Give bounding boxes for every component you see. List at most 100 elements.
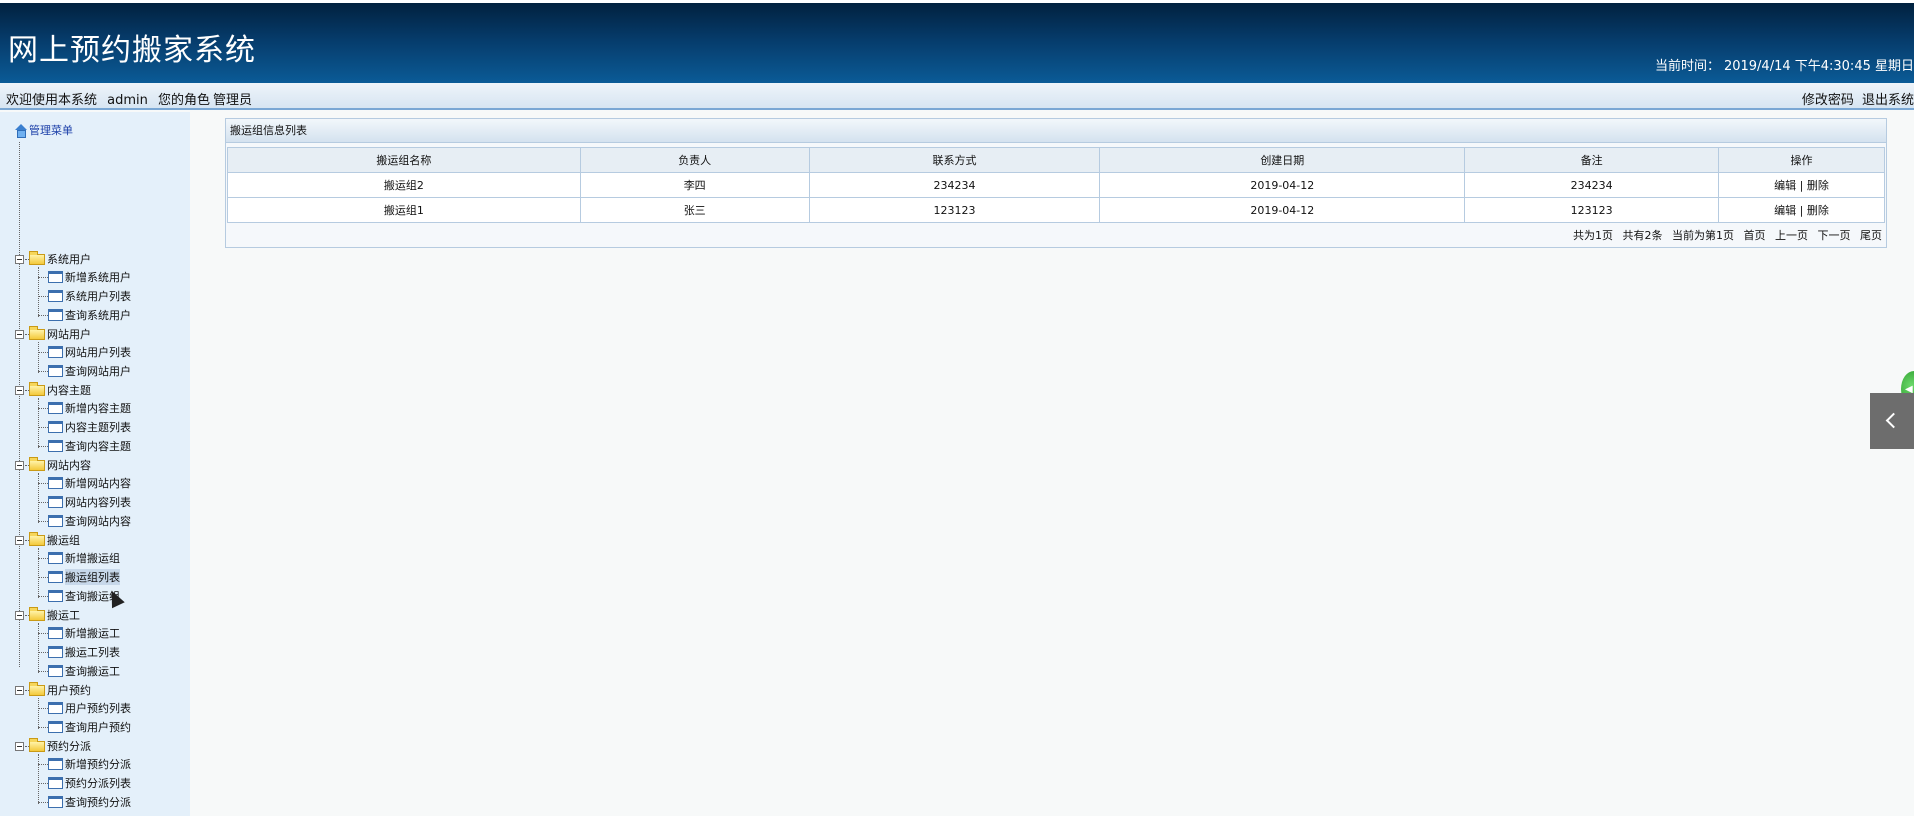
pagination: 共为1页 共有2条 当前为第1页 首页 上一页 下一页 尾页 [1567,227,1882,243]
pager-next[interactable]: 下一页 [1818,229,1851,242]
column-header: 负责人 [579,147,810,173]
tree-item-label: 查询网站用户 [65,365,131,378]
page-icon [48,477,63,489]
collapse-icon[interactable] [15,460,24,470]
tree-item-label: 新增预约分派 [65,758,131,771]
change-password-link[interactable]: 修改密码 [1802,93,1854,108]
table-row: 搬运组1 张三 123123 2019-04-12 123123 编辑 | 删除 [227,197,1885,223]
tree-line [19,142,20,667]
tree-item[interactable]: 搬运工列表 [38,644,120,660]
page-icon [48,440,63,452]
column-header: 搬运组名称 [227,147,581,173]
tree-item-label: 新增搬运组 [65,552,120,565]
tree-item[interactable]: 网站内容列表 [38,494,131,510]
page-icon [48,665,63,677]
cell-leader: 张三 [579,197,810,223]
logout-link[interactable]: 退出系统 [1862,93,1914,108]
cell-remark: 123123 [1464,197,1720,223]
tree-item[interactable]: 网站用户列表 [38,344,131,360]
cell-leader: 李四 [579,172,810,198]
page-icon [48,627,63,639]
tree-folder-site-users[interactable]: 网站用户 [15,325,91,342]
tree-item[interactable]: 查询内容主题 [38,438,131,454]
pager-prev[interactable]: 上一页 [1775,229,1808,242]
tree-root[interactable]: 管理菜单 [14,122,73,138]
page-icon [48,290,63,302]
action-separator: | [1799,204,1804,217]
page-icon [48,421,63,433]
tree-folder-user-bookings[interactable]: 用户预约 [15,681,91,698]
collapse-icon[interactable] [15,254,24,264]
team-list-panel: 搬运组信息列表 搬运组名称 负责人 联系方式 创建日期 备注 操作 搬运组2 李… [225,118,1887,248]
greeting: 欢迎使用本系统 [6,93,98,108]
collapse-icon[interactable] [15,329,24,339]
tree-item[interactable]: 用户预约列表 [38,700,131,716]
table-row: 搬运组2 李四 234234 2019-04-12 234234 编辑 | 删除 [227,172,1885,198]
column-header: 联系方式 [808,147,1101,173]
tree-item[interactable]: 查询系统用户 [38,307,131,323]
panel-title: 搬运组信息列表 [226,119,1886,143]
tree-item-selected[interactable]: 搬运组列表 [38,569,120,585]
page-icon [48,402,63,414]
collapse-icon[interactable] [15,685,24,695]
page-icon [48,721,63,733]
tree-item[interactable]: 查询网站用户 [38,363,131,379]
tree-item[interactable]: 预约分派列表 [38,775,131,791]
current-time: 当前时间： 2019/4/14 下午4:30:45 星期日 [1643,55,1914,74]
pager-first[interactable]: 首页 [1744,229,1766,242]
tree-folder-label: 内容主题 [47,384,91,397]
tree-folder-label: 网站用户 [47,328,91,341]
sidebar: 管理菜单 系统用户 新增系统用户 系统用户列表 查询系统用户 网站用户 网站用户… [0,112,190,816]
tree-item[interactable]: 新增预约分派 [38,756,131,772]
tree-folder-movers[interactable]: 搬运工 [15,606,80,623]
cell-team-name: 搬运组2 [227,172,581,198]
column-header: 创建日期 [1099,147,1466,173]
delete-link[interactable]: 删除 [1807,204,1829,217]
tree-folder-moving-teams[interactable]: 搬运组 [15,531,80,548]
username: admin [107,93,148,108]
tree-item[interactable]: 查询预约分派 [38,794,131,810]
delete-link[interactable]: 删除 [1807,179,1829,192]
pager-last[interactable]: 尾页 [1860,229,1882,242]
tree-item-label: 搬运工列表 [65,646,120,659]
tree-item[interactable]: 新增搬运工 [38,625,120,641]
tree-folder-label: 搬运工 [47,609,80,622]
action-separator: | [1799,179,1804,192]
tree-item-label: 内容主题列表 [65,421,131,434]
pager-total-records: 共有2条 [1622,229,1663,242]
folder-icon [29,381,45,396]
folder-icon [29,456,45,471]
page-icon [48,309,63,321]
collapse-icon[interactable] [15,535,24,545]
collapse-icon[interactable] [15,610,24,620]
collapse-icon[interactable] [15,385,24,395]
home-icon [14,124,27,138]
tree-item[interactable]: 查询网站内容 [38,513,131,529]
page-icon [48,758,63,770]
tree-item-label: 查询内容主题 [65,440,131,453]
tree-item[interactable]: 查询用户预约 [38,719,131,735]
edit-link[interactable]: 编辑 [1774,204,1796,217]
tree-item[interactable]: 新增内容主题 [38,400,131,416]
tree-folder-system-users[interactable]: 系统用户 [15,250,91,267]
tree-folder-dispatch[interactable]: 预约分派 [15,737,91,754]
edit-link[interactable]: 编辑 [1774,179,1796,192]
collapse-icon[interactable] [15,741,24,751]
tree-item[interactable]: 新增系统用户 [38,269,131,285]
tree-item-label: 网站内容列表 [65,496,131,509]
tree-folder-site-content[interactable]: 网站内容 [15,456,91,473]
tree-item[interactable]: 内容主题列表 [38,419,131,435]
tree-item-label: 查询用户预约 [65,721,131,734]
tree-item-label: 网站用户列表 [65,346,131,359]
collapse-panel-button[interactable] [1870,393,1914,449]
page-icon [48,552,63,564]
chevron-left-icon [1885,412,1902,429]
table-header-row: 搬运组名称 负责人 联系方式 创建日期 备注 操作 [227,147,1885,173]
tree-item[interactable]: 系统用户列表 [38,288,131,304]
tree-item[interactable]: 查询搬运工 [38,663,120,679]
tree-item[interactable]: 新增搬运组 [38,550,120,566]
tree-folder-content-topics[interactable]: 内容主题 [15,381,91,398]
cell-contact: 234234 [808,172,1101,198]
tree-item[interactable]: 新增网站内容 [38,475,131,491]
tree-item-label: 用户预约列表 [65,702,131,715]
